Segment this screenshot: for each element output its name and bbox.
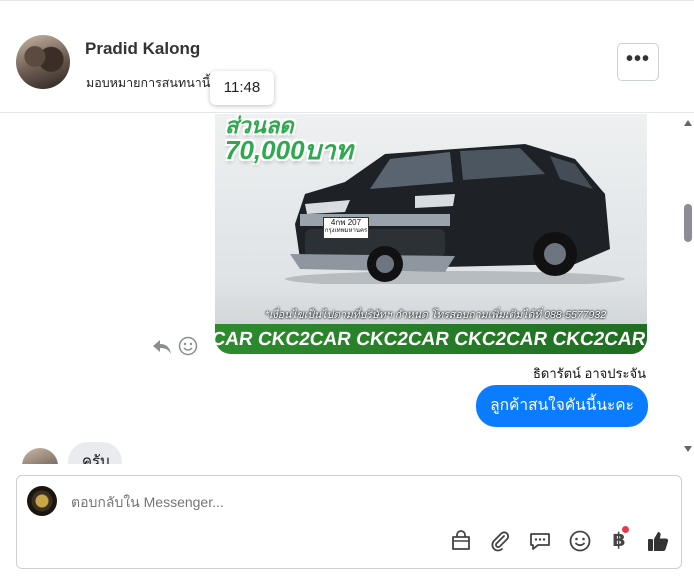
emoji-icon: [569, 530, 591, 552]
reply-composer: ฿: [16, 475, 682, 569]
plate-line-1: 4กพ 207: [330, 218, 362, 227]
chat-bubble-icon: [530, 533, 550, 550]
saved-replies-button[interactable]: [528, 529, 552, 553]
scroll-down-arrow-icon[interactable]: [684, 446, 692, 452]
react-emoji-icon[interactable]: [178, 336, 198, 356]
car-illustration: [285, 144, 625, 284]
outgoing-message-bubble[interactable]: ลูกค้าสนใจคันนี้นะคะ: [476, 385, 648, 427]
watermark-band: 2CAR CKC2CAR CKC2CAR CKC2CAR CKC2CAR CKC…: [215, 324, 647, 354]
assign-conversation-label[interactable]: มอบหมายการสนทนานี้: [86, 73, 210, 93]
emoji-button[interactable]: [568, 529, 592, 553]
page-avatar: [27, 486, 57, 516]
paperclip-icon: [491, 531, 510, 552]
reply-input[interactable]: [71, 494, 451, 510]
reply-icon[interactable]: [152, 338, 172, 356]
contact-name[interactable]: Pradid Kalong: [85, 39, 200, 59]
chat-scrollbar[interactable]: [681, 114, 694, 464]
band-text: 2CAR CKC2CAR CKC2CAR CKC2CAR CKC2CAR CKC…: [215, 329, 647, 350]
conversation-header: Pradid Kalong มอบหมายการสนทนานี้ 11:48 •…: [0, 13, 694, 113]
contact-avatar[interactable]: [16, 35, 70, 89]
baht-icon: ฿: [612, 530, 626, 551]
timestamp-tooltip: 11:48: [210, 71, 274, 105]
payment-button[interactable]: ฿: [607, 526, 631, 553]
conversation-panel: Pradid Kalong มอบหมายการสนทนานี้ 11:48 •…: [0, 0, 694, 582]
thumbs-up-icon: [648, 532, 669, 551]
more-options-button[interactable]: •••: [617, 43, 659, 81]
notification-dot: [622, 526, 629, 533]
shopping-bag-icon: [452, 530, 470, 550]
incoming-message-bubble[interactable]: ครับ: [68, 442, 122, 464]
more-icon: •••: [625, 48, 650, 70]
contact-avatar-small: [22, 448, 58, 464]
scroll-thumb[interactable]: [684, 204, 692, 242]
like-button[interactable]: [646, 529, 670, 553]
shop-bag-button[interactable]: [449, 529, 473, 553]
sender-name: ธิดารัตน์ อาจประจัน: [532, 366, 646, 381]
message-thread[interactable]: ส่วนลด 70,000บาท 4กพ 207 กรุงเทพมหานคร *…: [0, 114, 694, 464]
license-plate: 4กพ 207 กรุงเทพมหานคร: [323, 217, 369, 239]
scroll-up-arrow-icon[interactable]: [684, 120, 692, 126]
plate-line-2: กรุงเทพมหานคร: [324, 228, 368, 234]
image-message[interactable]: ส่วนลด 70,000บาท 4กพ 207 กรุงเทพมหานคร *…: [215, 114, 647, 354]
image-caption: *เงื่อนไขเป็นไปตามที่บริษัทฯ กำหนด โทรสอ…: [265, 309, 607, 321]
attach-button[interactable]: [488, 529, 512, 553]
